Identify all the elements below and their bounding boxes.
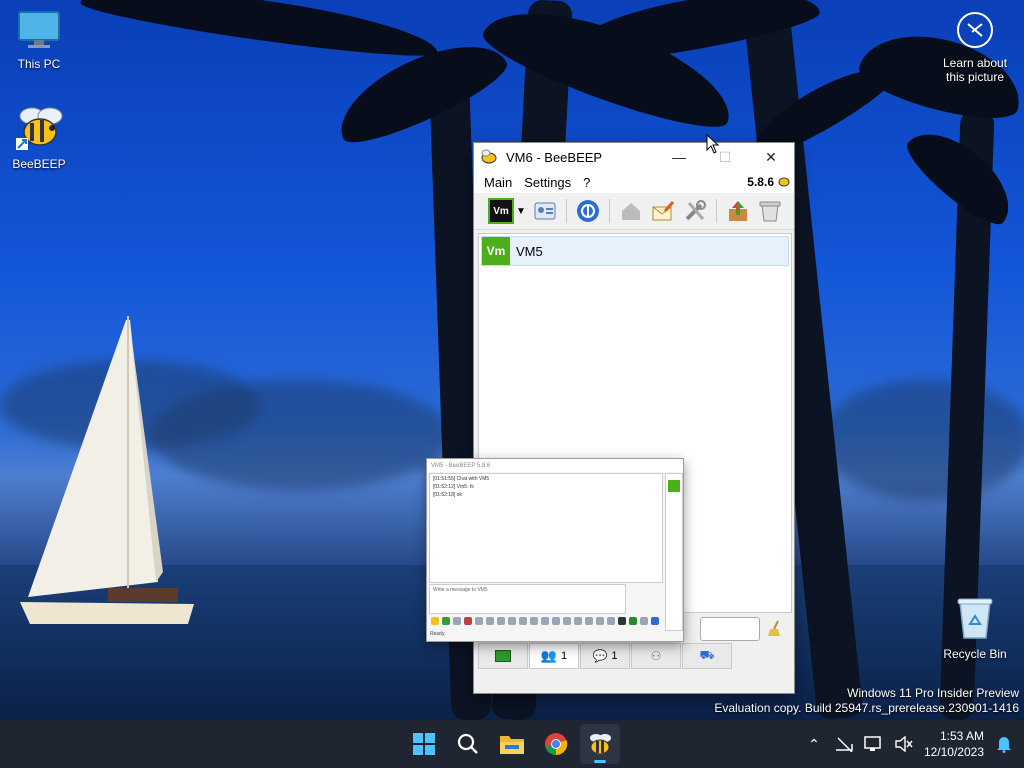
profile-button[interactable] (532, 198, 558, 224)
desktop-icon-label: BeeBEEP (12, 157, 66, 171)
chevron-up-icon[interactable]: ⌃ (804, 734, 824, 754)
chat-preview-input: Write a message to VM5 (429, 584, 626, 614)
bee-icon (481, 149, 497, 164)
chat-preview-toolbar (431, 617, 659, 625)
chat-line: [01:51:55] Chat with VM5 (433, 476, 490, 482)
network-icon (576, 200, 599, 222)
tab-users[interactable]: 👥 1 (529, 643, 579, 669)
bee-icon (16, 107, 63, 150)
clock-date: 12/10/2023 (923, 745, 984, 759)
watermark-line: Evaluation copy. Build 25947.rs_prerelea… (714, 701, 1019, 715)
toolbar: Vm ▼ (474, 193, 794, 230)
chat-preview-window[interactable]: VM5 - BeeBEEP 5.8.6 [01:51:55] Chat with… (426, 458, 684, 642)
profile-card-icon (534, 202, 556, 220)
user-avatar: Vm (482, 237, 510, 265)
quick-message-input[interactable] (700, 617, 760, 641)
learn-about-picture[interactable]: Learn about this picture (936, 12, 1014, 84)
folder-icon (500, 736, 524, 754)
write-message-button[interactable] (650, 198, 676, 224)
status-button[interactable]: Vm (488, 198, 514, 224)
tab-users-count: 1 (561, 650, 568, 662)
desktop-icon-this-pc[interactable]: This PC (4, 10, 74, 71)
search-button[interactable] (448, 724, 488, 764)
version-label: 5.8.6 (747, 175, 774, 189)
beebeep-taskbar-button[interactable] (580, 724, 620, 764)
tab-share[interactable]: ⛟ (682, 643, 732, 669)
home-button[interactable] (618, 198, 644, 224)
window-title: VM6 - BeeBEEP (506, 149, 603, 165)
tab-chats[interactable]: 💬 1 (580, 643, 630, 669)
envelope-pencil-icon (652, 201, 675, 221)
learn-label: Learn about this picture (942, 56, 1008, 84)
chat-preview-title: VM5 - BeeBEEP 5.8.6 (427, 459, 683, 472)
desktop-icon-beebeep[interactable]: BeeBEEP (4, 106, 74, 171)
menu-main[interactable]: Main (478, 175, 518, 190)
camera-icon (957, 12, 993, 48)
tools-button[interactable] (682, 198, 708, 224)
bee-icon (590, 734, 611, 755)
close-button[interactable]: ✕ (748, 143, 794, 171)
chat-preview-sidebar (665, 473, 683, 631)
windows-watermark: Windows 11 Pro Insider Preview Evaluatio… (714, 686, 1019, 716)
chat-line: [01:52:18] ok (433, 492, 462, 498)
windows-logo-icon (413, 733, 435, 755)
desktop-icon-label: This PC (17, 57, 61, 71)
users-icon: 👥 (540, 648, 558, 663)
menu-help[interactable]: ? (577, 175, 596, 190)
desktop-icon-recycle-bin[interactable]: Recycle Bin (940, 596, 1010, 661)
home-icon (621, 203, 640, 220)
display-icon[interactable] (864, 734, 884, 754)
upload-box-icon (728, 201, 747, 221)
tab-home[interactable] (478, 643, 528, 669)
chevron-down-icon[interactable]: ▼ (516, 206, 526, 217)
chrome-button[interactable] (536, 724, 576, 764)
mouse-cursor-icon (706, 134, 720, 154)
share-icon: ⛟ (699, 648, 715, 662)
chat-preview-status: Ready. (430, 631, 446, 637)
clock-time: 1:53 AM (939, 729, 984, 743)
notification-bell-icon[interactable] (994, 734, 1014, 754)
trash-icon (759, 201, 781, 222)
chat-line: [01:52:12] Vm5: hi (433, 484, 474, 490)
groups-icon: ⚇ (650, 649, 662, 663)
tab-groups[interactable]: ⚇ (631, 643, 681, 669)
chat-icon: 💬 (592, 649, 608, 663)
search-icon (457, 733, 478, 754)
upload-button[interactable] (725, 198, 751, 224)
taskbar: ⌃ 1:53 AM 12/10/2023 (0, 720, 1024, 768)
chat-preview-messages: [01:51:55] Chat with VM5 [01:52:12] Vm5:… (429, 473, 663, 583)
watermark-line: Windows 11 Pro Insider Preview (847, 686, 1019, 700)
system-tray: ⌃ 1:53 AM 12/10/2023 (804, 720, 1024, 768)
list-item[interactable]: Vm VM5 (481, 236, 789, 266)
file-explorer-button[interactable] (492, 724, 532, 764)
network-disconnected-icon[interactable] (834, 734, 854, 754)
clock[interactable]: 1:53 AM 12/10/2023 (924, 728, 984, 760)
green-square-icon (495, 650, 511, 662)
recycle-bin-icon (957, 598, 993, 639)
menu-bar: Main Settings ? 5.8.6 (474, 171, 794, 193)
bottom-tabs: 👥 1 💬 1 ⚇ ⛟ (474, 643, 798, 669)
tab-chats-count: 1 (611, 650, 618, 662)
desktop-icon-label: Recycle Bin (943, 647, 1007, 661)
tools-icon (685, 200, 706, 221)
bee-icon (778, 177, 790, 187)
chrome-icon (545, 733, 568, 756)
clear-button[interactable] (757, 198, 783, 224)
window-titlebar[interactable]: VM6 - BeeBEEP — ☐ ✕ (474, 143, 794, 171)
minimize-button[interactable]: — (656, 143, 702, 171)
user-name: VM5 (516, 243, 543, 259)
volume-muted-icon[interactable] (894, 734, 914, 754)
start-button[interactable] (404, 724, 444, 764)
network-button[interactable] (575, 198, 601, 224)
monitor-icon (18, 11, 60, 48)
menu-settings[interactable]: Settings (518, 175, 577, 190)
broom-icon[interactable] (766, 619, 784, 637)
